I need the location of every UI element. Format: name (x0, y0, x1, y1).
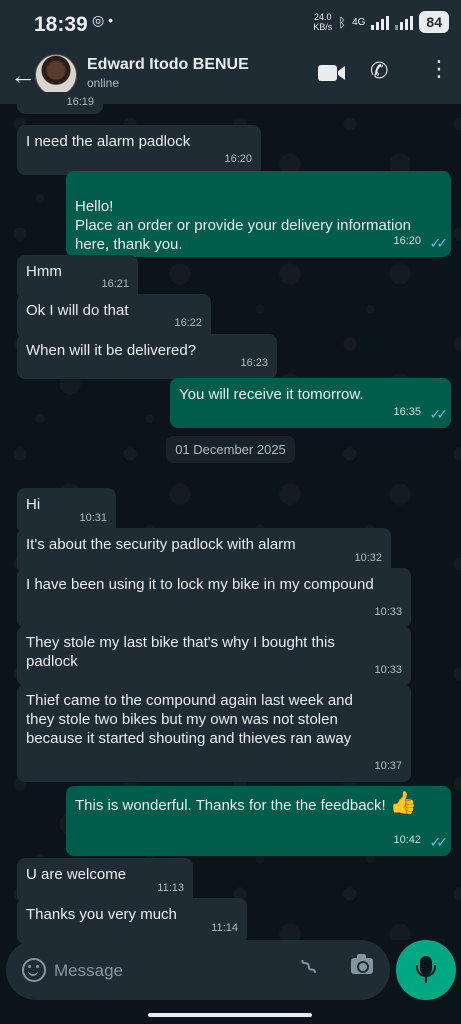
message-text: This is wonderful. Thanks for the the fe… (75, 797, 386, 814)
message-bubble-outgoing[interactable]: You will receive it tomorrow. 16:35 ✓✓ (170, 378, 451, 428)
attachment-paperclip-icon[interactable]: ⌇ (295, 953, 324, 982)
message-bubble[interactable]: When will it be delivered? 16:23 (17, 334, 277, 379)
message-time: 10:33 (374, 606, 402, 618)
signal-icon (371, 14, 390, 30)
message-text: Thanks you very much (26, 906, 177, 923)
avatar[interactable] (35, 54, 77, 96)
battery-indicator: 84 (419, 11, 449, 33)
contact-name[interactable]: Edward Itodo BENUE (87, 56, 249, 74)
message-bubble[interactable]: They stole my last bike that's why I bou… (17, 626, 411, 686)
clock: 18:39 (34, 13, 88, 36)
phone-call-icon[interactable]: ✆ (370, 58, 388, 84)
notification-icons: ◎ • (92, 12, 114, 28)
message-bubble[interactable]: I need the alarm padlock 16:20 (17, 125, 261, 175)
status-bar: 18:39 ◎ • 24.0 KB/s ᛒ 4G 84 (0, 0, 461, 48)
message-text: Hi (26, 496, 41, 513)
date-separator: 01 December 2025 (166, 436, 295, 463)
message-time: 10:42 (393, 834, 421, 846)
message-time: 16:23 (240, 357, 268, 369)
message-text: Hmm (26, 263, 62, 280)
message-text: I need the alarm padlock (26, 133, 191, 150)
message-text: They stole my last bike that's why I bou… (26, 634, 335, 670)
network-type: 4G (352, 16, 366, 28)
message-time: 10:31 (79, 512, 107, 524)
message-bubble-partial[interactable]: 16:19 (17, 92, 103, 114)
message-text: Ok I will do that (26, 302, 129, 319)
message-time: 16:20 (393, 235, 421, 247)
read-receipt-icon: ✓✓ (429, 406, 449, 422)
message-time: 10:37 (374, 760, 402, 772)
message-time: 16:20 (224, 153, 252, 165)
message-bubble[interactable]: Thanks you very much 11:14 (17, 898, 247, 944)
message-text: It's about the security padlock with ala… (26, 536, 296, 553)
read-receipt-icon: ✓✓ (429, 235, 449, 251)
microphone-stem (425, 977, 427, 983)
contact-status: online (87, 76, 120, 90)
bluetooth-icon: ᛒ (338, 14, 347, 30)
network-speed: 24.0 KB/s (313, 12, 333, 32)
signal-icon-2 (395, 14, 414, 30)
message-text: You will receive it tomorrow. (179, 386, 364, 403)
message-text: When will it be delivered? (26, 342, 197, 359)
camera-icon[interactable] (351, 954, 373, 974)
message-composer: ⌇ (6, 940, 390, 1000)
message-time: 10:33 (374, 664, 402, 676)
read-receipt-icon: ✓✓ (429, 834, 449, 850)
message-input[interactable] (52, 956, 286, 986)
back-arrow-icon[interactable]: ← (10, 60, 36, 91)
message-bubble-outgoing[interactable]: Hello! Place an order or provide your de… (66, 171, 451, 257)
home-indicator[interactable] (148, 1013, 312, 1017)
microphone-icon (416, 956, 436, 977)
message-time: 16:22 (174, 317, 202, 329)
message-time: 16:35 (393, 406, 421, 418)
message-text: Hello! Place an order or provide your de… (75, 198, 411, 253)
message-time: 16:21 (101, 278, 129, 290)
message-time: 10:32 (354, 552, 382, 564)
message-bubble[interactable]: I have been using it to lock my bike in … (17, 568, 411, 628)
video-call-icon[interactable] (317, 62, 347, 84)
thumbs-up-emoji: 👍 (389, 790, 418, 815)
message-bubble[interactable]: Thief came to the compound again last we… (17, 684, 411, 782)
message-bubble[interactable]: Ok I will do that 16:22 (17, 294, 211, 339)
message-bubble-outgoing[interactable]: This is wonderful. Thanks for the the fe… (66, 786, 451, 856)
message-text: I have been using it to lock my bike in … (26, 576, 374, 593)
system-indicators: 24.0 KB/s ᛒ 4G 84 (313, 11, 449, 33)
more-options-icon[interactable]: ⋮ (428, 56, 450, 82)
message-text: Thief came to the compound again last we… (26, 692, 353, 747)
voice-message-button[interactable] (396, 940, 456, 1000)
message-text: U are welcome (26, 866, 127, 883)
emoji-icon[interactable] (22, 958, 46, 982)
message-time: 11:13 (157, 882, 184, 894)
message-time: 11:14 (211, 922, 238, 934)
